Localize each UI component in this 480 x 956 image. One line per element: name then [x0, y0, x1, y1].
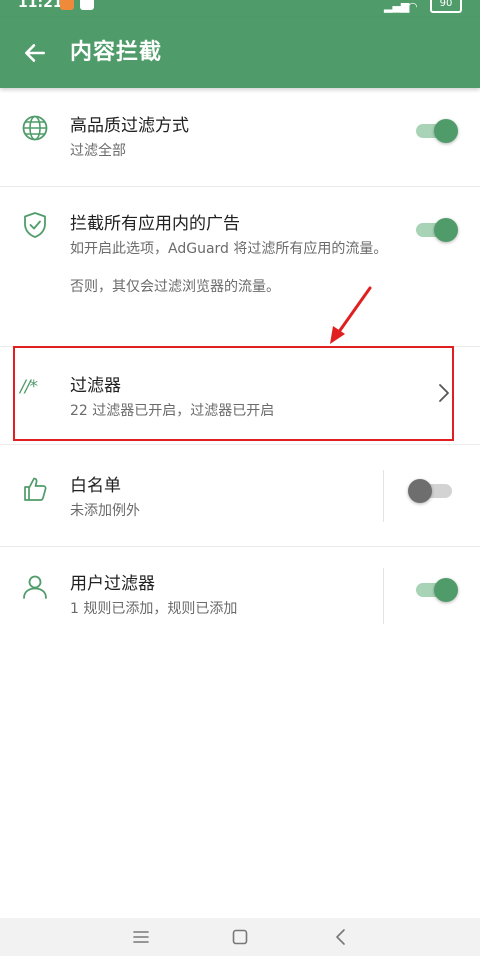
setting-subtitle: 未添加例外 [70, 503, 140, 519]
setting-subtitle: 过滤全部 [70, 143, 126, 159]
setting-row-block-ads-all-apps[interactable]: 拦截所有应用内的广告 如开启此选项，AdGuard 将过滤所有应用的流量。 否则… [0, 186, 480, 347]
setting-text: 白名单 未添加例外 [70, 474, 390, 522]
home-square-icon[interactable] [229, 926, 251, 948]
arrow-left-icon[interactable] [22, 40, 48, 66]
switch-thumb [434, 218, 458, 242]
setting-text: 高品质过滤方式 过滤全部 [70, 114, 390, 162]
setting-title: 拦截所有应用内的广告 [70, 214, 240, 234]
high-quality-filtering-switch[interactable] [414, 119, 458, 143]
setting-text: 过滤器 22 过滤器已开启，过滤器已开启 [70, 374, 390, 422]
app-bar: 内容拦截 [0, 18, 480, 88]
back-triangle-icon[interactable] [330, 926, 352, 948]
whitelist-switch[interactable] [408, 479, 456, 503]
row-divider [383, 470, 384, 522]
setting-subtitle-secondary: 否则，其仅会过滤浏览器的流量。 [70, 279, 280, 295]
setting-text: 拦截所有应用内的广告 如开启此选项，AdGuard 将过滤所有应用的流量。 否则… [70, 212, 390, 298]
thumbs-up-icon [24, 477, 47, 501]
setting-title: 用户过滤器 [70, 574, 155, 594]
status-bar: 11:21 ▂▄▆ ◠ 90 [0, 0, 480, 18]
battery-level: 90 [439, 0, 453, 9]
row-divider [383, 568, 384, 624]
filter-slash-asterisk-icon: //* [20, 377, 38, 397]
shield-check-icon [24, 212, 46, 238]
battery-icon: 90 [430, 0, 462, 13]
system-nav-bar [0, 918, 480, 956]
switch-thumb [408, 479, 432, 503]
signal-icon: ▂▄▆ [384, 0, 410, 13]
notification-check-icon [80, 0, 94, 10]
setting-subtitle: 22 过滤器已开启，过滤器已开启 [70, 403, 275, 419]
setting-title: 高品质过滤方式 [70, 116, 189, 136]
user-icon [23, 575, 47, 599]
setting-subtitle: 1 规则已添加，规则已添加 [70, 601, 238, 617]
wifi-icon: ◠ [408, 0, 418, 13]
setting-text: 用户过滤器 1 规则已添加，规则已添加 [70, 572, 390, 620]
menu-icon[interactable] [130, 926, 152, 948]
setting-row-filters[interactable]: //* 过滤器 22 过滤器已开启，过滤器已开启 [0, 346, 480, 445]
setting-row-high-quality-filtering[interactable]: 高品质过滤方式 过滤全部 [0, 88, 480, 187]
setting-title: 过滤器 [70, 376, 121, 396]
block-ads-all-apps-switch[interactable] [414, 218, 458, 242]
notification-icon [60, 0, 74, 10]
switch-thumb [434, 578, 458, 602]
setting-row-user-filter[interactable]: 用户过滤器 1 规则已添加，规则已添加 [0, 546, 480, 644]
chevron-right-icon[interactable] [436, 381, 452, 405]
switch-thumb [434, 119, 458, 143]
globe-icon [22, 115, 48, 141]
setting-title: 白名单 [70, 476, 121, 496]
user-filter-switch[interactable] [414, 578, 458, 602]
status-time: 11:21 [18, 0, 63, 11]
setting-row-whitelist[interactable]: 白名单 未添加例外 [0, 444, 480, 547]
page-title: 内容拦截 [70, 40, 163, 65]
setting-subtitle: 如开启此选项，AdGuard 将过滤所有应用的流量。 [70, 241, 388, 257]
